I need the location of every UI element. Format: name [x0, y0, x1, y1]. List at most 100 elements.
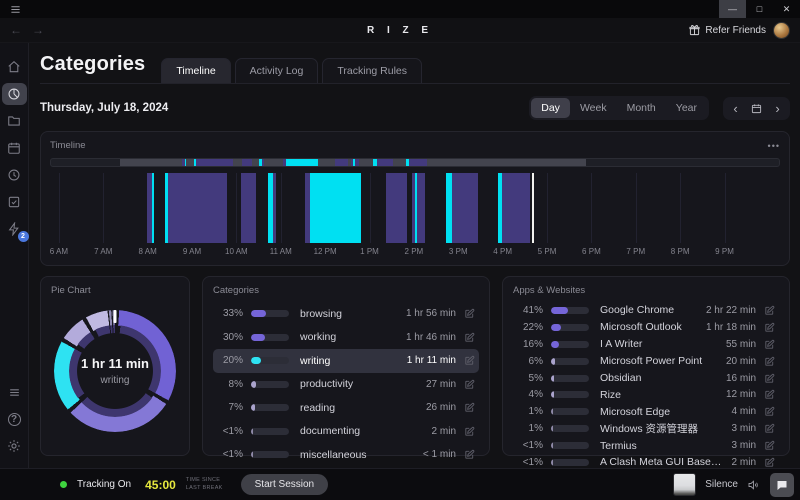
row-percent: <1%	[217, 449, 243, 460]
avatar[interactable]	[773, 22, 790, 39]
edit-icon[interactable]	[764, 389, 775, 400]
timeline-activity-bar-cyan[interactable]	[310, 173, 360, 243]
category-row[interactable]: 33%browsing1 hr 56 min	[213, 302, 479, 326]
donut-chart[interactable]: 1 hr 11 min writing	[54, 310, 176, 432]
sidebar-item-projects[interactable]	[2, 110, 27, 132]
category-row[interactable]: 30%working1 hr 46 min	[213, 326, 479, 350]
timeline-activity-bar-purple[interactable]	[409, 159, 427, 166]
sidebar-item-sessions[interactable]	[2, 164, 27, 186]
sidebar-item-calendar[interactable]	[2, 137, 27, 159]
sidebar-item-settings[interactable]	[2, 435, 27, 457]
edit-icon[interactable]	[464, 449, 475, 460]
timeline-activity-bar-purple[interactable]	[335, 159, 348, 166]
timeline-activity-bar-purple[interactable]	[386, 173, 407, 243]
timeline-gridline	[725, 173, 726, 243]
app-row[interactable]: <1%Termius3 min	[513, 437, 779, 454]
timeline-activity-bar-purple[interactable]	[273, 173, 276, 243]
timeline-activity-bar-purple[interactable]	[377, 159, 394, 166]
category-row[interactable]: 20%writing1 hr 11 min	[213, 349, 479, 373]
category-row[interactable]: <1%documenting2 min	[213, 420, 479, 444]
sidebar-item-boosts[interactable]: 2	[2, 218, 27, 240]
timeline-activity-bar-purple[interactable]	[452, 173, 478, 243]
edit-icon[interactable]	[764, 373, 775, 384]
edit-icon[interactable]	[464, 308, 475, 319]
category-row[interactable]: 8%productivity27 min	[213, 373, 479, 397]
sidebar-item-home[interactable]	[2, 56, 27, 78]
tab-activity-log[interactable]: Activity Log	[235, 58, 319, 83]
timeline-activity-bar-purple[interactable]	[502, 173, 530, 243]
timeline-menu-button[interactable]: •••	[768, 141, 780, 151]
edit-icon[interactable]	[764, 423, 775, 434]
edit-icon[interactable]	[764, 440, 775, 451]
timeline-overview-thumb[interactable]	[120, 159, 586, 166]
sidebar-item-analytics[interactable]	[2, 83, 27, 105]
range-option-day[interactable]: Day	[531, 98, 570, 118]
timeline-hour-label: 5 PM	[538, 247, 557, 256]
pie-panel-title: Pie Chart	[51, 285, 91, 296]
timeline-overview-scrollbar[interactable]	[50, 158, 780, 167]
edit-icon[interactable]	[764, 406, 775, 417]
start-session-button[interactable]: Start Session	[241, 474, 328, 495]
app-row[interactable]: 6%Microsoft Power Point20 min	[513, 353, 779, 370]
timeline-activity-bar-cyan[interactable]	[185, 159, 186, 166]
row-bar-fill	[551, 324, 561, 331]
chat-bubble-icon	[776, 479, 788, 491]
navbar: ← → R I Z E Refer Friends	[0, 18, 800, 43]
hamburger-menu-icon[interactable]	[10, 4, 21, 15]
chat-button[interactable]	[770, 473, 794, 497]
app-row[interactable]: 1%Microsoft Edge4 min	[513, 403, 779, 420]
edit-icon[interactable]	[764, 356, 775, 367]
speaker-icon[interactable]	[747, 479, 759, 491]
range-option-week[interactable]: Week	[570, 98, 617, 118]
edit-icon[interactable]	[764, 339, 775, 350]
edit-icon[interactable]	[464, 402, 475, 413]
tab-tracking-rules[interactable]: Tracking Rules	[322, 58, 422, 83]
edit-icon[interactable]	[464, 379, 475, 390]
row-duration: 2 min	[732, 457, 756, 468]
timeline-activity-bar-purple[interactable]	[262, 159, 264, 166]
apps-websites-panel: Apps & Websites 41%Google Chrome2 hr 22 …	[502, 276, 790, 456]
timeline-activity-bar-purple[interactable]	[196, 159, 233, 166]
range-option-month[interactable]: Month	[617, 98, 666, 118]
sidebar-item-help[interactable]: ?	[2, 408, 27, 430]
tab-timeline[interactable]: Timeline	[161, 58, 230, 83]
edit-icon[interactable]	[464, 426, 475, 437]
timeline-chart[interactable]	[50, 173, 780, 243]
sidebar-item-tasks[interactable]	[2, 191, 27, 213]
app-row[interactable]: 4%Rize12 min	[513, 386, 779, 403]
row-bar	[551, 341, 589, 348]
timeline-activity-bar-purple[interactable]	[242, 159, 252, 166]
timeline-activity-bar-cyan[interactable]	[152, 173, 154, 243]
app-row[interactable]: 1%Windows 资源管理器3 min	[513, 420, 779, 437]
edit-icon[interactable]	[464, 332, 475, 343]
app-row[interactable]: 5%Obsidian16 min	[513, 370, 779, 387]
app-row[interactable]: 16%I A Writer55 min	[513, 336, 779, 353]
calendar-picker-button[interactable]	[746, 99, 767, 118]
app-row[interactable]: 22%Microsoft Outlook1 hr 18 min	[513, 319, 779, 336]
forward-arrow-icon[interactable]: →	[32, 24, 44, 36]
refer-friends-button[interactable]: Refer Friends	[689, 25, 766, 36]
edit-icon[interactable]	[764, 305, 775, 316]
timeline-activity-bar-cyan[interactable]	[286, 159, 318, 166]
category-row[interactable]: 7%reading26 min	[213, 396, 479, 420]
category-row[interactable]: <1%miscellaneous< 1 min	[213, 443, 479, 467]
next-day-button[interactable]: ›	[767, 99, 788, 118]
sidebar-item-list[interactable]	[2, 381, 27, 403]
minimize-button[interactable]: —	[719, 0, 746, 18]
edit-icon[interactable]	[764, 322, 775, 333]
edit-icon[interactable]	[464, 355, 475, 366]
timeline-activity-bar-purple[interactable]	[355, 159, 360, 166]
prev-day-button[interactable]: ‹	[725, 99, 746, 118]
range-option-year[interactable]: Year	[666, 98, 707, 118]
maximize-button[interactable]: □	[746, 0, 773, 18]
now-playing-artwork[interactable]	[673, 473, 696, 496]
timeline-activity-bar-purple[interactable]	[241, 173, 257, 243]
timeline-gridline	[636, 173, 637, 243]
close-button[interactable]: ✕	[773, 0, 800, 18]
app-row[interactable]: 41%Google Chrome2 hr 22 min	[513, 302, 779, 319]
back-arrow-icon[interactable]: ←	[10, 24, 22, 36]
timeline-activity-bar-purple[interactable]	[168, 173, 226, 243]
gift-icon	[689, 25, 700, 36]
timeline-activity-bar-purple[interactable]	[417, 173, 424, 243]
edit-icon[interactable]	[764, 457, 775, 468]
